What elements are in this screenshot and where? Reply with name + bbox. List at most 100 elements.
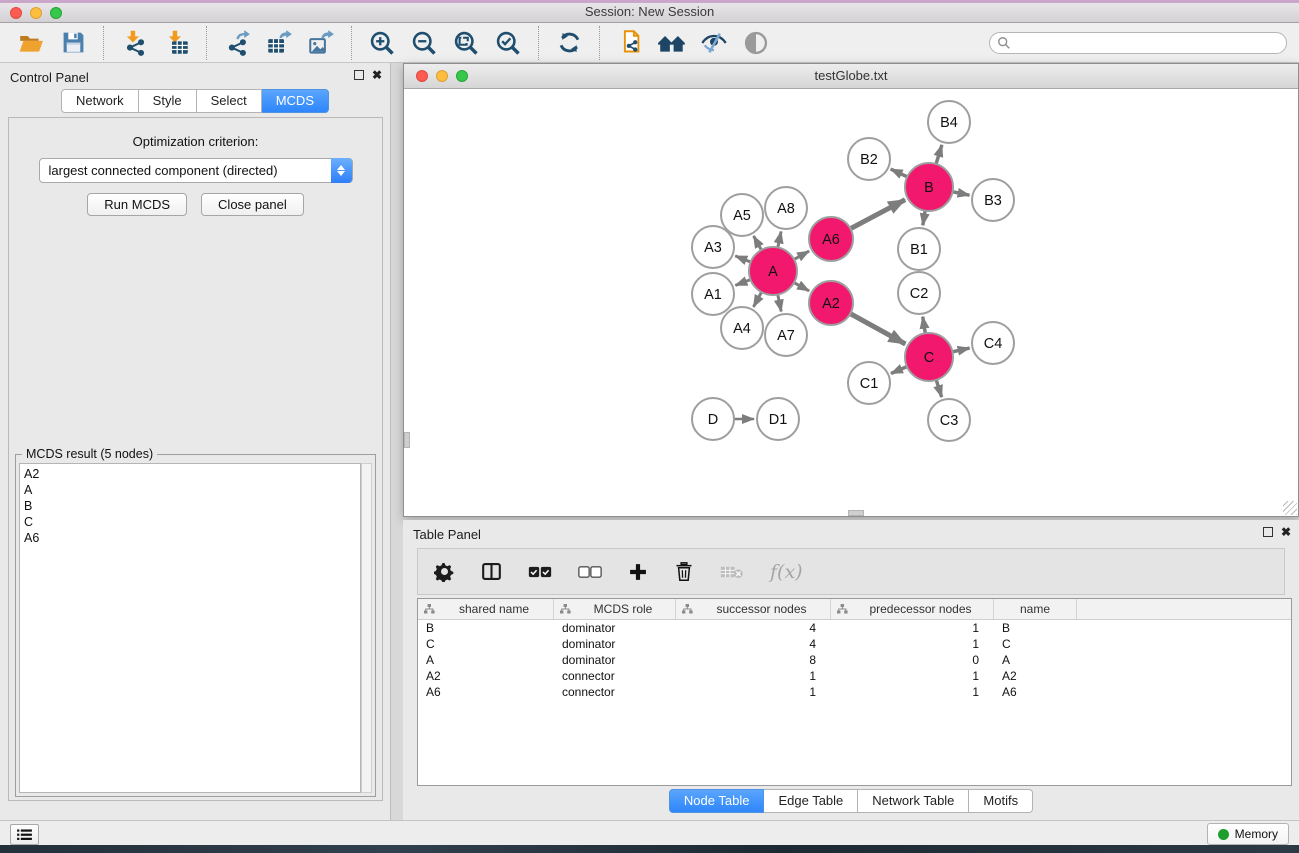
table-row[interactable]: A2connector11A2 (418, 668, 1291, 684)
column-header-name[interactable]: name (994, 599, 1077, 619)
mcds-result-item[interactable]: A (24, 482, 360, 498)
zoom-selected-icon[interactable] (491, 26, 525, 60)
graph-node-C[interactable]: C (905, 333, 953, 381)
open-file-icon[interactable] (14, 26, 48, 60)
column-header-predecessor-nodes[interactable]: predecessor nodes (831, 599, 994, 619)
float-table-panel-icon[interactable] (1263, 527, 1273, 537)
graph-node-A6[interactable]: A6 (809, 217, 853, 261)
tab-edge-table[interactable]: Edge Table (764, 789, 858, 813)
mcds-result-groupbox: MCDS result (5 nodes) A2ABCA6 (15, 454, 376, 797)
open-session-icon[interactable] (613, 26, 647, 60)
close-panel-button[interactable]: Close panel (201, 193, 304, 216)
table-cell: 8 (676, 652, 831, 668)
network-vertical-scrollbar[interactable] (404, 432, 410, 448)
desktop-accent-strip (0, 0, 1299, 3)
close-table-panel-icon[interactable]: ✖ (1281, 527, 1291, 537)
zoom-fit-icon[interactable] (449, 26, 483, 60)
graph-node-A7[interactable]: A7 (765, 314, 807, 356)
table-row[interactable]: Bdominator41B (418, 620, 1291, 636)
graph-node-A2[interactable]: A2 (809, 281, 853, 325)
export-network-icon[interactable] (220, 26, 254, 60)
graph-node-D[interactable]: D (692, 398, 734, 440)
tab-motifs[interactable]: Motifs (969, 789, 1033, 813)
criterion-dropdown[interactable]: largest connected component (directed) (39, 158, 353, 183)
graph-node-C3[interactable]: C3 (928, 399, 970, 441)
import-network-icon[interactable] (117, 26, 151, 60)
graph-node-B2[interactable]: B2 (848, 138, 890, 180)
delete-column-icon[interactable] (674, 561, 694, 582)
table-row[interactable]: Adominator80A (418, 652, 1291, 668)
float-panel-icon[interactable] (354, 70, 364, 80)
run-mcds-button[interactable]: Run MCDS (87, 193, 187, 216)
column-header-shared-name[interactable]: shared name (418, 599, 554, 619)
mcds-result-list[interactable]: A2ABCA6 (19, 463, 361, 793)
split-panel-icon[interactable] (481, 561, 502, 582)
export-image-icon[interactable] (304, 26, 338, 60)
graph-node-B[interactable]: B (905, 163, 953, 211)
network-horizontal-scrollbar[interactable] (848, 510, 864, 516)
column-header-successor-nodes[interactable]: successor nodes (676, 599, 831, 619)
table-row[interactable]: A6connector11A6 (418, 684, 1291, 700)
save-session-icon[interactable] (56, 26, 90, 60)
network-window-titlebar[interactable]: testGlobe.txt (404, 64, 1298, 89)
window-list-button[interactable] (10, 824, 39, 845)
mcds-result-item[interactable]: B (24, 498, 360, 514)
export-table-icon[interactable] (262, 26, 296, 60)
graph-node-C4[interactable]: C4 (972, 322, 1014, 364)
home-icon[interactable] (655, 26, 689, 60)
zoom-out-icon[interactable] (407, 26, 441, 60)
network-view-window: testGlobe.txt B4 B2 B B3 A8A5 A6 A3 B1 A C2 A1 A2 A4… (403, 63, 1299, 517)
node-table-rows: Bdominator41BCdominator41CAdominator80AA… (418, 620, 1291, 700)
memory-button[interactable]: Memory (1207, 823, 1289, 845)
settings-gear-icon[interactable] (434, 561, 455, 582)
graph-node-B3[interactable]: B3 (972, 179, 1014, 221)
gray-eye-icon[interactable] (739, 26, 773, 60)
svg-text:D1: D1 (769, 412, 788, 428)
graph-node-D1[interactable]: D1 (757, 398, 799, 440)
mcds-result-scrollbar[interactable] (361, 463, 372, 793)
select-all-icon[interactable] (528, 565, 552, 579)
svg-text:A4: A4 (733, 321, 751, 337)
graph-node-B4[interactable]: B4 (928, 101, 970, 143)
table-cell: 1 (831, 636, 994, 652)
table-cell: A2 (418, 668, 554, 684)
tab-node-table[interactable]: Node Table (669, 789, 765, 813)
tab-style[interactable]: Style (139, 89, 197, 113)
graph-node-A4[interactable]: A4 (721, 307, 763, 349)
zoom-in-icon[interactable] (365, 26, 399, 60)
hide-eye-icon[interactable] (697, 26, 731, 60)
function-builder-icon[interactable]: f(x) (770, 561, 803, 583)
tab-network[interactable]: Network (61, 89, 139, 113)
graph-node-B1[interactable]: B1 (898, 228, 940, 270)
import-table-icon[interactable] (159, 26, 193, 60)
tab-network-table[interactable]: Network Table (858, 789, 969, 813)
graph-node-A5[interactable]: A5 (721, 194, 763, 236)
control-panel-tabs: NetworkStyleSelectMCDS (0, 89, 390, 113)
table-toolbar: f(x) (417, 548, 1285, 595)
search-input[interactable] (989, 32, 1287, 54)
delete-table-icon[interactable] (720, 564, 744, 580)
memory-status-icon (1218, 829, 1229, 840)
optimization-criterion-label: Optimization criterion: (9, 134, 382, 149)
graph-node-A8[interactable]: A8 (765, 187, 807, 229)
table-panel-title: Table Panel (413, 527, 481, 542)
graph-node-A3[interactable]: A3 (692, 226, 734, 268)
table-row[interactable]: Cdominator41C (418, 636, 1291, 652)
deselect-all-icon[interactable] (578, 565, 602, 579)
close-panel-icon[interactable]: ✖ (372, 70, 382, 80)
graph-node-A[interactable]: A (749, 247, 797, 295)
network-canvas[interactable]: B4 B2 B B3 A8A5 A6 A3 B1 A C2 A1 A2 A4 A7 C4 C C1 C3 D D1 (405, 89, 1297, 512)
mcds-result-item[interactable]: A2 (24, 466, 360, 482)
refresh-icon[interactable] (552, 26, 586, 60)
graph-node-C1[interactable]: C1 (848, 362, 890, 404)
resize-grip-icon[interactable] (1283, 501, 1297, 515)
add-column-icon[interactable] (628, 562, 648, 582)
graph-node-A1[interactable]: A1 (692, 273, 734, 315)
column-header-MCDS-role[interactable]: MCDS role (554, 599, 676, 619)
graph-node-C2[interactable]: C2 (898, 272, 940, 314)
svg-text:C3: C3 (940, 413, 959, 429)
tab-mcds[interactable]: MCDS (262, 89, 329, 113)
mcds-result-item[interactable]: C (24, 514, 360, 530)
tab-select[interactable]: Select (197, 89, 262, 113)
mcds-result-item[interactable]: A6 (24, 530, 360, 546)
